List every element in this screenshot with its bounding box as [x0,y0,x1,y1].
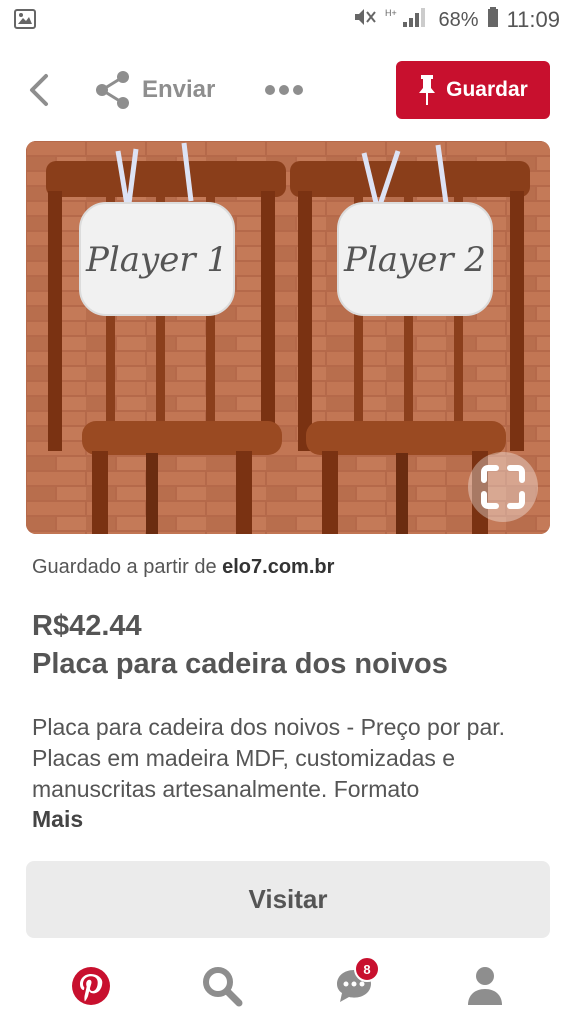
battery-icon [487,6,499,34]
sign-left-text: Player 1 [85,240,228,280]
source-prefix: Guardado a partir de [32,556,217,578]
more-icon [265,85,303,95]
nav-profile[interactable] [455,958,515,1014]
back-button[interactable] [20,68,56,112]
pinterest-logo-icon [72,967,110,1005]
profile-icon [468,967,502,1005]
nav-inbox[interactable]: 8 [324,956,384,1014]
pin-header: Enviar Guardar [0,56,576,124]
back-icon [30,74,48,106]
source-domain-link[interactable]: elo7.com.br [222,556,334,578]
bottom-nav: 8 [0,950,576,1024]
expand-image-button[interactable] [468,452,538,522]
more-link[interactable]: Mais [32,806,83,833]
save-button[interactable]: Guardar [396,61,550,119]
nav-home[interactable] [61,958,121,1014]
share-icon [96,71,129,109]
svg-text:H+: H+ [385,8,397,18]
share-button[interactable]: Enviar [94,66,215,114]
mute-icon [353,6,377,34]
status-bar: H+ 68% 11:09 [0,0,576,40]
status-icons: H+ 68% 11:09 [353,6,560,34]
pin-title: Placa para cadeira dos noivos [32,648,448,680]
pin-icon [419,75,436,105]
visit-label: Visitar [248,884,328,914]
nav-search[interactable] [192,958,252,1014]
price: R$42.44 [32,610,142,642]
save-label: Guardar [446,78,528,101]
status-time: 11:09 [506,7,560,32]
battery-percent: 68% [438,8,479,31]
pin-description: Placa para cadeira dos noivos - Preço po… [32,714,506,802]
expand-icon [481,465,525,509]
search-icon [203,967,243,1007]
visit-button[interactable]: Visitar [26,861,550,938]
signal-icon: H+ [385,6,431,34]
share-label: Enviar [142,76,216,103]
more-options-button[interactable] [262,70,306,110]
inbox-badge: 8 [354,956,380,982]
image-notification-icon [14,9,36,34]
source-line: Guardado a partir de elo7.com.br [32,556,334,579]
sign-right-text: Player 2 [343,240,486,280]
